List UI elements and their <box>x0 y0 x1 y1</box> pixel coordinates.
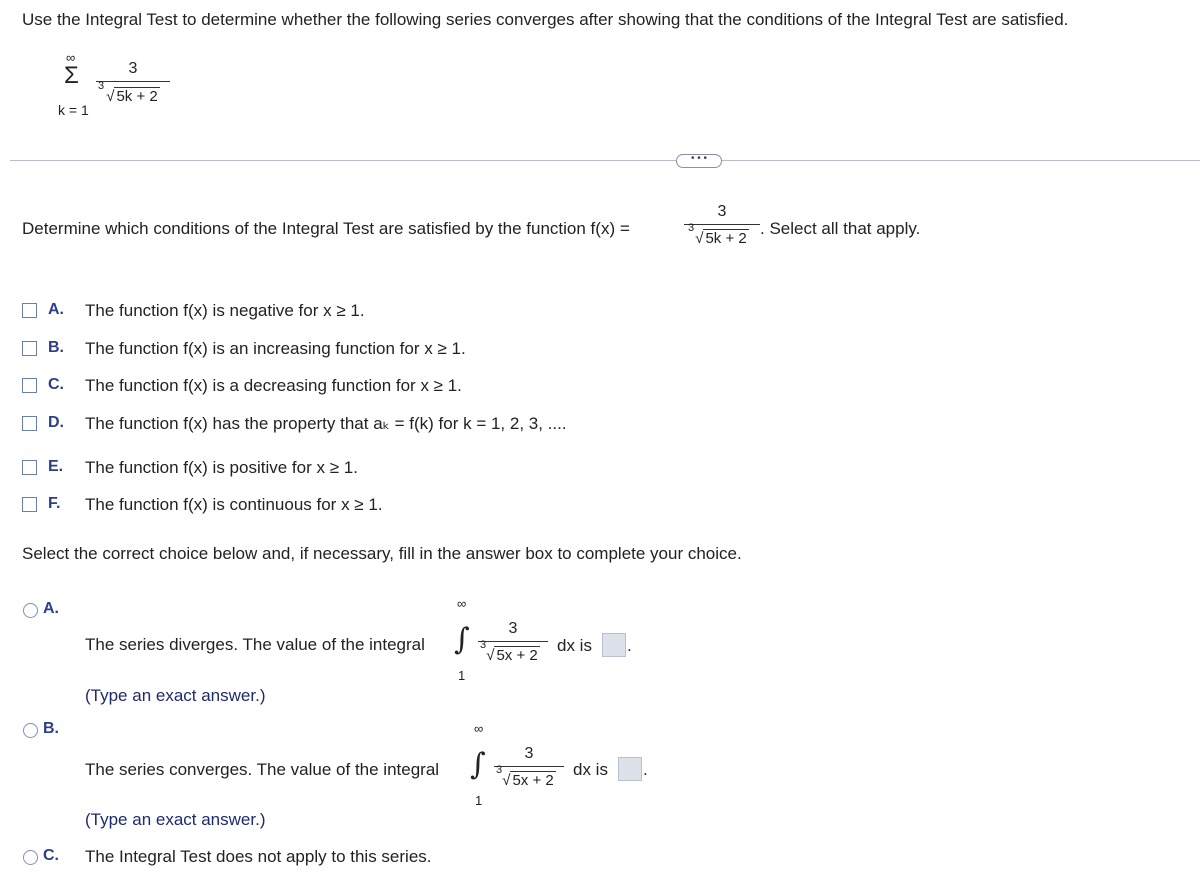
sigma-lower-limit: k = 1 <box>58 102 89 118</box>
checkbox[interactable] <box>22 341 37 356</box>
integral-symbol: ∫ <box>454 622 470 657</box>
question1-prefix: Determine which conditions of the Integr… <box>22 219 630 238</box>
fraction-bar <box>494 766 564 767</box>
option-text: The function f(x) is a decreasing functi… <box>85 376 462 395</box>
checkbox[interactable] <box>22 303 37 318</box>
option-letter: A. <box>48 301 64 318</box>
period: . <box>643 760 648 779</box>
radicand: 5k + 2 <box>114 87 160 105</box>
instruction-text: Use the Integral Test to determine wheth… <box>22 10 1069 29</box>
integral-lower-limit: 1 <box>475 793 483 808</box>
numerator: 3 <box>508 620 518 637</box>
option-letter: B. <box>48 339 64 356</box>
radio-choice-c[interactable] <box>23 850 38 865</box>
root-index: 3 <box>496 764 503 776</box>
answer-input-a[interactable] <box>602 633 626 657</box>
integral-upper-limit: ∞ <box>457 596 467 611</box>
dx-label: dx is <box>557 636 592 655</box>
question1-fraction: 3 3 √ 5k + 2 <box>684 203 760 247</box>
option-letter: C. <box>48 376 64 393</box>
integrand-fraction: 3 3 √ 5x + 2 <box>478 620 548 664</box>
checkbox[interactable] <box>22 497 37 512</box>
root-index: 3 <box>98 80 105 92</box>
root-index: 3 <box>688 222 695 234</box>
root-index: 3 <box>480 639 487 651</box>
option-text: The function f(x) is positive for x ≥ 1. <box>85 458 358 477</box>
radicand: 5k + 2 <box>703 229 749 247</box>
dx-label: dx is <box>573 760 608 779</box>
option-text: The function f(x) has the property that … <box>85 414 567 433</box>
checkbox[interactable] <box>22 416 37 431</box>
hint-text: (Type an exact answer.) <box>85 810 266 829</box>
section-divider <box>10 160 1200 161</box>
numerator: 3 <box>524 745 534 762</box>
choice-letter: A. <box>43 600 59 617</box>
option-letter: E. <box>48 458 64 475</box>
integrand-fraction: 3 3 √ 5x + 2 <box>494 745 564 789</box>
denominator: 3 √ 5x + 2 <box>480 639 540 664</box>
denominator: 3 √ 5x + 2 <box>496 764 556 789</box>
integral-symbol: ∫ <box>470 747 486 782</box>
option-letter: F. <box>48 495 61 512</box>
answer-input-b[interactable] <box>618 757 642 781</box>
choice-text: The series diverges. The value of the in… <box>85 635 425 654</box>
checkbox[interactable] <box>22 378 37 393</box>
option-text: The function f(x) is negative for x ≥ 1. <box>85 301 365 320</box>
choice-text: The Integral Test does not apply to this… <box>85 847 432 866</box>
option-text: The function f(x) is continuous for x ≥ … <box>85 495 383 514</box>
radicand: 5x + 2 <box>494 646 540 664</box>
radio-choice-b[interactable] <box>23 723 38 738</box>
radicand: 5x + 2 <box>510 771 556 789</box>
question1-suffix: . Select all that apply. <box>760 219 921 238</box>
integral-upper-limit: ∞ <box>474 721 484 736</box>
period: . <box>627 636 632 655</box>
choice-letter: B. <box>43 720 59 737</box>
hint-text: (Type an exact answer.) <box>85 686 266 705</box>
sigma-symbol: Σ <box>64 62 79 89</box>
fraction-bar <box>96 81 170 82</box>
question2-text: Select the correct choice below and, if … <box>22 544 742 563</box>
numerator: 3 <box>128 60 138 77</box>
numerator: 3 <box>717 203 727 220</box>
series-fraction: 3 3 √ 5k + 2 <box>96 60 170 105</box>
fraction-bar <box>684 224 760 225</box>
option-text: The function f(x) is an increasing funct… <box>85 339 466 358</box>
choice-text: The series converges. The value of the i… <box>85 760 440 779</box>
option-letter: D. <box>48 414 64 431</box>
fraction-bar <box>478 641 548 642</box>
denominator: 3 √ 5k + 2 <box>98 80 160 105</box>
choice-letter: C. <box>43 847 59 864</box>
expand-more-button[interactable]: • • • <box>676 154 722 168</box>
denominator: 3 √ 5k + 2 <box>688 222 749 247</box>
checkbox[interactable] <box>22 460 37 475</box>
integral-lower-limit: 1 <box>458 668 466 683</box>
radio-choice-a[interactable] <box>23 603 38 618</box>
series-expression: ∞ Σ k = 1 3 3 √ 5k + 2 <box>58 50 178 130</box>
